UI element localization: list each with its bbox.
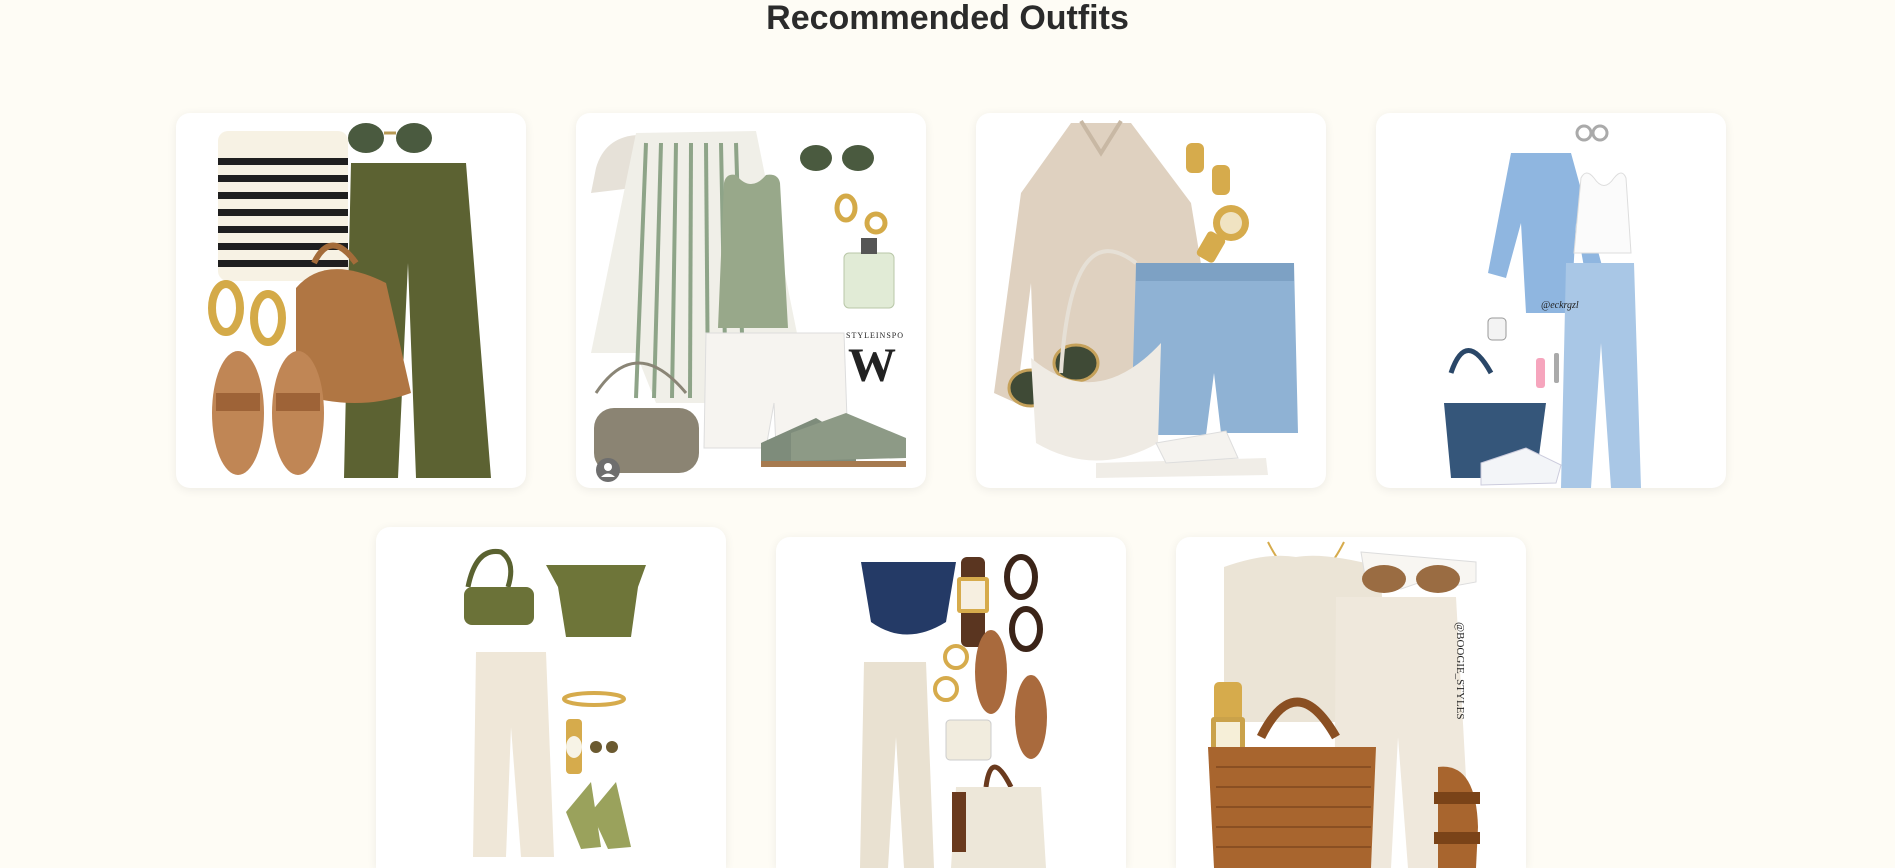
outfit-card-7[interactable]: @BOOGIE_STYLES [1176, 537, 1526, 868]
outfit-watermark-7: @BOOGIE_STYLES [1454, 622, 1466, 720]
outfit-image-5 [464, 548, 646, 857]
outfit-image-1 [208, 123, 491, 478]
outfit-card-3[interactable] [976, 113, 1326, 488]
outfit-watermark-4: @eckrgzl [1541, 300, 1579, 311]
outfit-card-2[interactable]: STYLEINSPO W [576, 113, 926, 488]
page-title: Recommended Outfits [766, 0, 1129, 37]
outfit-watermark-logo-2: W [848, 339, 896, 392]
outfit-card-5[interactable] [376, 527, 726, 868]
outfit-image-7 [1208, 541, 1480, 868]
outfit-card-1[interactable] [176, 113, 526, 488]
outfit-image-3 [994, 119, 1298, 478]
outfit-card-6[interactable] [776, 537, 1126, 868]
outfit-image-2 [591, 131, 906, 482]
outfit-image-6 [860, 554, 1047, 868]
outfit-card-4[interactable]: @eckrgzl [1376, 113, 1726, 488]
